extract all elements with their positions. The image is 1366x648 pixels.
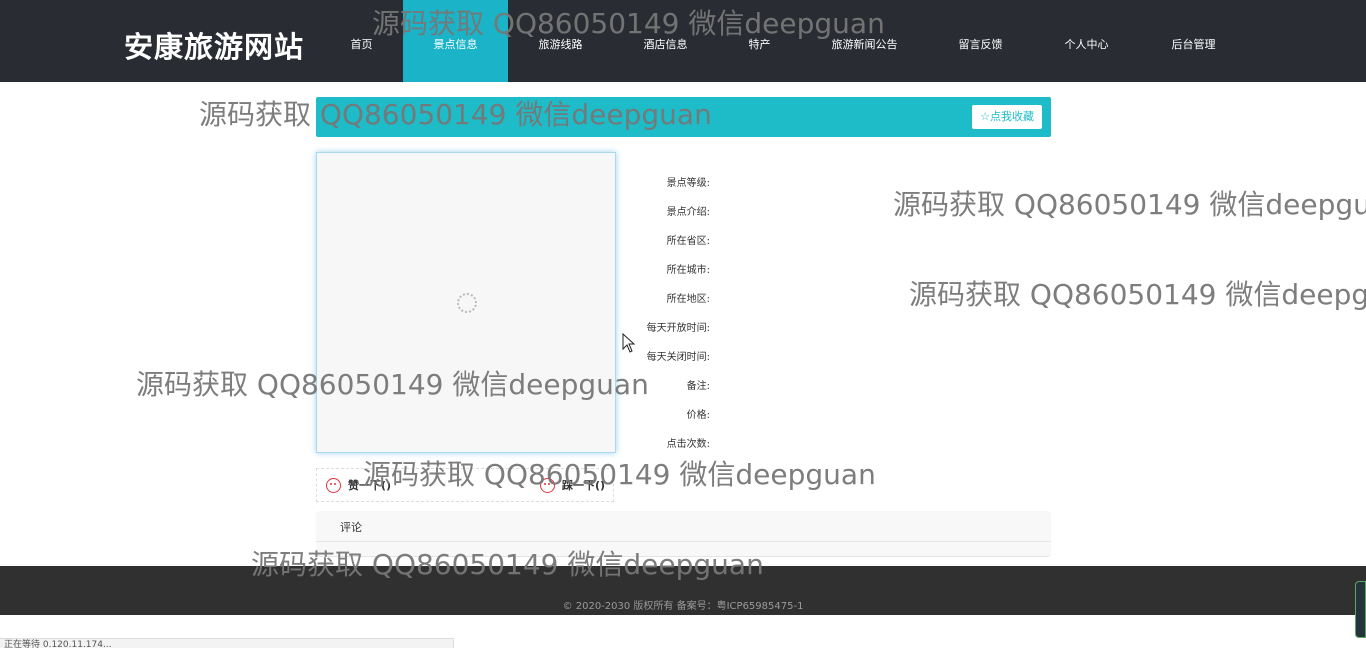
field-level-label: 景点等级: xyxy=(666,178,710,189)
site-logo[interactable]: 安康旅游网站 xyxy=(124,24,304,66)
comment-title: 评论 xyxy=(340,521,362,534)
watermark: 源码获取 QQ86050149 微信deepguan xyxy=(136,368,649,401)
divider xyxy=(316,541,1051,542)
field-price-label: 价格: xyxy=(686,410,710,421)
field-city-label: 所在城市: xyxy=(666,265,710,276)
mouse-cursor-icon xyxy=(622,333,636,353)
nav-feedback[interactable]: 留言反馈 xyxy=(928,0,1033,82)
watermark: 源码获取 QQ86050149 微信deepguan xyxy=(199,98,712,131)
nav-admin[interactable]: 后台管理 xyxy=(1140,0,1247,82)
favorite-button[interactable]: ☆点我收藏 xyxy=(972,105,1042,129)
side-widget[interactable] xyxy=(1355,581,1366,638)
attraction-image xyxy=(316,152,616,453)
nav-personal-center[interactable]: 个人中心 xyxy=(1033,0,1140,82)
watermark: 源码获取 QQ86050149 微信deepguan xyxy=(363,458,876,491)
field-province-label: 所在省区: xyxy=(666,236,710,247)
copyright-text: © 2020-2030 版权所有 备案号：粤ICP65985475-1 xyxy=(562,601,804,612)
field-district-label: 所在地区: xyxy=(666,294,710,305)
watermark: 源码获取 QQ86050149 微信deepguan xyxy=(251,548,764,581)
watermark: 源码获取 QQ86050149 微信deepguan xyxy=(909,278,1366,311)
watermark: 源码获取 QQ86050149 微信deepguan xyxy=(893,188,1366,221)
smile-icon xyxy=(326,477,341,493)
attraction-details: 景点等级: 景点介绍: 所在省区: 所在城市: 所在地区: 每天开放时间: 每天… xyxy=(600,174,710,464)
field-open-time-label: 每天开放时间: xyxy=(646,323,710,334)
browser-status-bar: 正在等待 0.120.11.174... xyxy=(0,638,454,648)
loading-spinner-icon xyxy=(457,293,477,313)
watermark: 源码获取 QQ86050149 微信deepguan xyxy=(372,7,885,40)
field-intro-label: 景点介绍: xyxy=(666,207,710,218)
